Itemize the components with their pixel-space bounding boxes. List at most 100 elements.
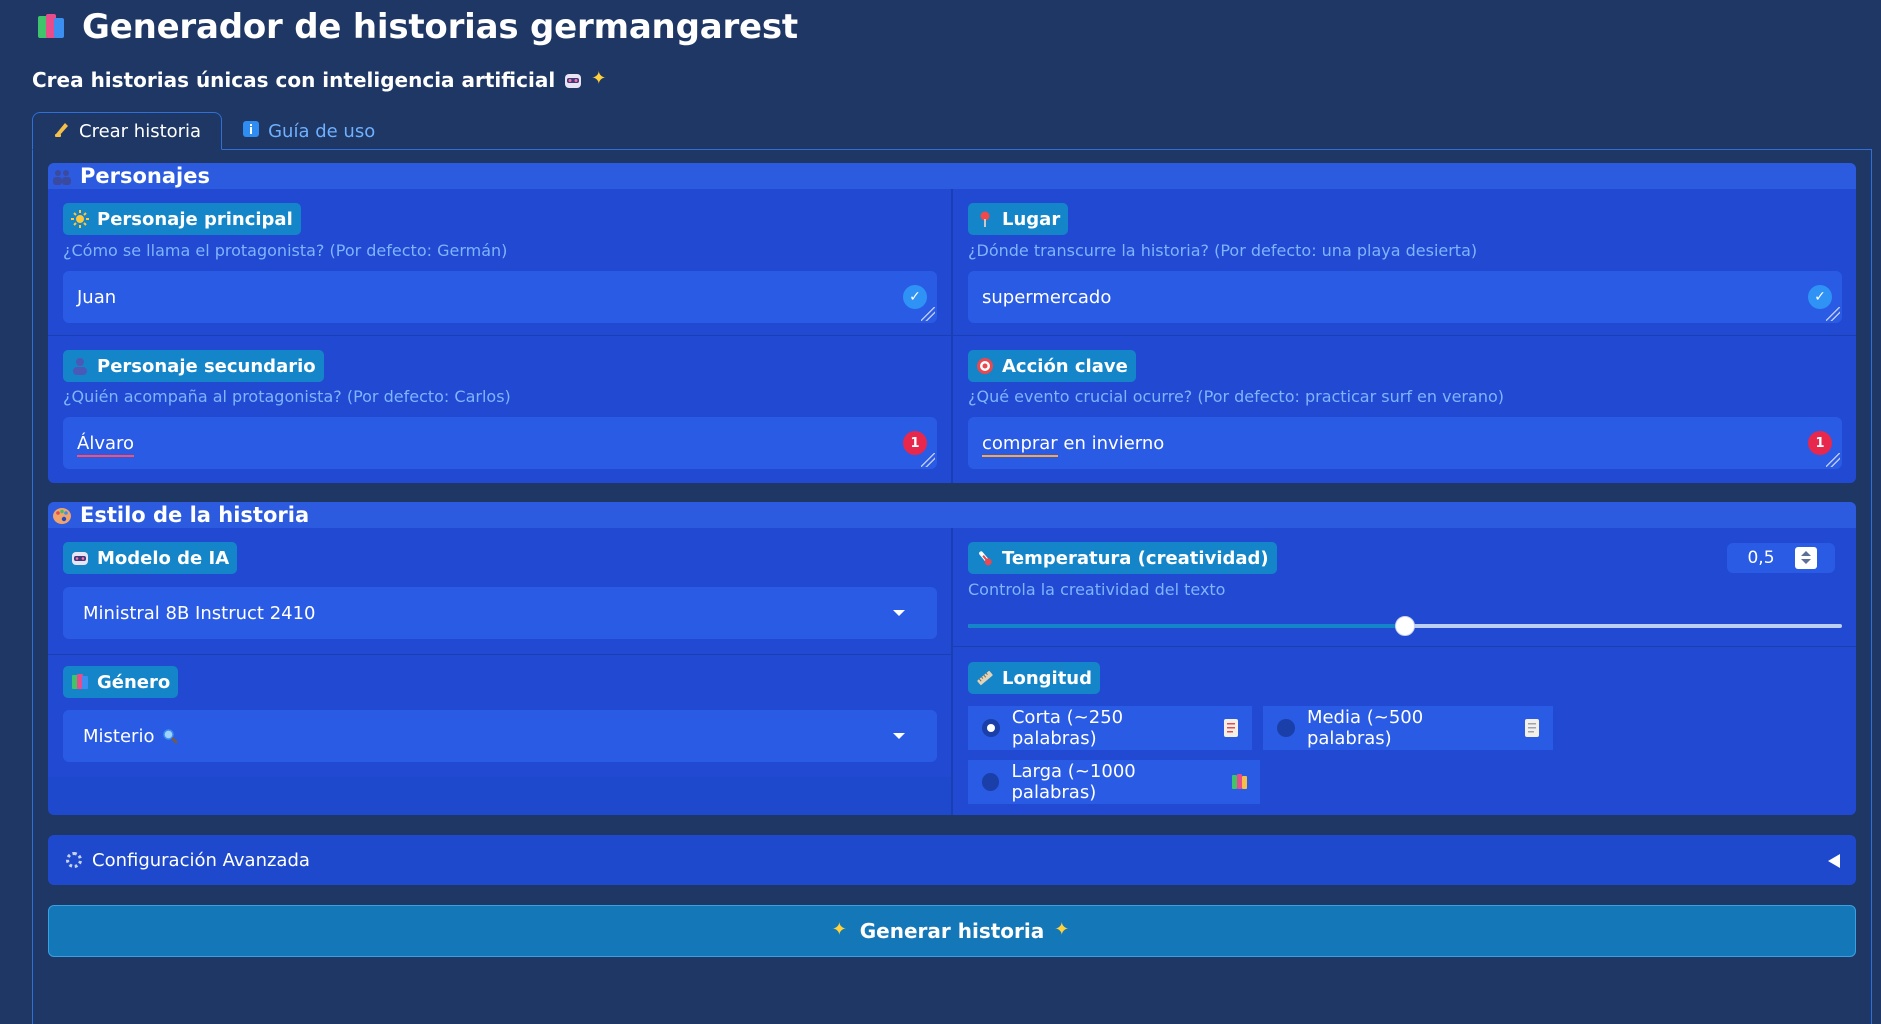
hint-personaje-secundario: ¿Quién acompaña al protagonista? (Por de… — [63, 387, 511, 406]
advanced-config-accordion[interactable]: Configuración Avanzada — [48, 835, 1856, 885]
label-accion-clave: Acción clave — [968, 350, 1136, 382]
page-subtitle: Crea historias únicas con inteligencia a… — [32, 64, 609, 96]
personaje-secundario-input[interactable]: Álvaro 1 — [63, 417, 937, 469]
tab-guia-de-uso[interactable]: Guía de uso — [222, 112, 395, 150]
label-personaje-principal: Personaje principal — [63, 203, 301, 235]
accion-clave-input[interactable]: comprar en invierno 1 — [968, 417, 1842, 469]
divider — [951, 189, 953, 483]
writing-hand-icon — [53, 120, 71, 143]
sparkles-icon — [1054, 919, 1072, 940]
lugar-input[interactable]: supermercado ✓ — [968, 271, 1842, 323]
check-icon: ✓ — [1808, 285, 1832, 309]
personajes-section: Personajes Personaje principal ¿Cómo se … — [48, 163, 1856, 483]
sparkles-icon — [591, 68, 609, 89]
radio-label: Media (~500 palabras) — [1306, 707, 1424, 749]
chip-label: Longitud — [1002, 667, 1093, 689]
robot-icon — [563, 70, 583, 90]
radio-media[interactable]: Media (~500 palabras) — [1263, 706, 1553, 750]
hint-lugar: ¿Dónde transcurre la historia? (Por defe… — [968, 241, 1478, 260]
target-icon — [976, 357, 994, 375]
thermometer-icon — [976, 549, 994, 567]
tab-label: Guía de uso — [268, 120, 376, 142]
input-value: supermercado — [982, 286, 1112, 308]
divider — [48, 335, 1856, 336]
personaje-principal-input[interactable]: Juan ✓ — [63, 271, 937, 323]
chip-label: Personaje principal — [97, 208, 293, 230]
hint-temperatura: Controla la creatividad del texto — [968, 580, 1226, 599]
dropdown-value: Ministral 8B Instruct 2410 — [83, 602, 316, 624]
tab-crear-historia[interactable]: Crear historia — [32, 112, 223, 150]
radio-larga[interactable]: Larga (~1000 palabras) — [968, 760, 1260, 804]
chevron-down-icon — [893, 610, 905, 616]
page-header: Generador de historias germangarest — [36, 2, 798, 52]
ruler-icon — [976, 669, 994, 687]
app-root: Generador de historias germangarest Crea… — [0, 0, 1881, 1024]
label-lugar: Lugar — [968, 203, 1069, 235]
slider-thumb[interactable] — [1395, 616, 1415, 636]
sparkles-icon — [832, 919, 850, 940]
chip-label: Temperatura (creatividad) — [1002, 547, 1269, 569]
resize-handle[interactable] — [921, 453, 935, 467]
tab-label: Crear historia — [79, 120, 202, 142]
temperatura-number-input[interactable]: 0,5 — [1727, 543, 1835, 573]
section-title: Estilo de la historia — [80, 503, 310, 527]
label-personaje-secundario: Personaje secundario — [63, 350, 324, 382]
radio-unchecked-icon — [1277, 719, 1295, 737]
palette-icon — [52, 506, 72, 524]
estilo-section: Estilo de la historia Modelo de IA Minis… — [48, 502, 1856, 815]
magnifier-icon — [162, 728, 179, 744]
section-title: Personajes — [80, 164, 210, 188]
divider — [951, 528, 953, 815]
document-icon — [1224, 719, 1238, 737]
person-icon — [71, 357, 89, 375]
input-value-rest: en invierno — [1057, 432, 1165, 454]
label-temperatura: Temperatura (creatividad) — [968, 542, 1277, 574]
divider — [953, 646, 1856, 647]
subtitle-text: Crea historias únicas con inteligencia a… — [32, 68, 556, 92]
sun-icon — [71, 210, 89, 228]
generate-story-button[interactable]: Generar historia — [48, 905, 1856, 957]
chip-label: Modelo de IA — [97, 547, 230, 569]
hint-accion-clave: ¿Qué evento crucial ocurre? (Por defecto… — [968, 387, 1504, 406]
radio-label: Larga (~1000 palabras) — [1011, 761, 1136, 803]
document-icon — [1525, 719, 1539, 737]
books-icon — [1232, 773, 1247, 791]
hint-personaje-principal: ¿Cómo se llama el protagonista? (Por def… — [63, 241, 508, 260]
radio-unchecked-icon — [982, 773, 1000, 791]
divider — [48, 654, 951, 655]
tab-bar: Crear historia Guía de uso — [32, 112, 395, 150]
page-title: Generador de historias germangarest — [82, 7, 798, 47]
error-count-badge[interactable]: 1 — [903, 431, 927, 455]
genero-dropdown[interactable]: Misterio — [63, 710, 937, 762]
radio-corta[interactable]: Corta (~250 palabras) — [968, 706, 1252, 750]
chip-label: Personaje secundario — [97, 355, 316, 377]
collapse-arrow-icon — [1828, 854, 1840, 868]
label-modelo-ia: Modelo de IA — [63, 542, 238, 574]
label-longitud: Longitud — [968, 662, 1101, 694]
modelo-ia-dropdown[interactable]: Ministral 8B Instruct 2410 — [63, 587, 937, 639]
input-value-word: comprar — [982, 432, 1058, 457]
slider-fill — [968, 624, 1405, 628]
radio-label: Corta (~250 palabras) — [1011, 707, 1124, 749]
input-value: Álvaro — [77, 432, 135, 457]
stepper-arrows-icon[interactable] — [1795, 547, 1817, 569]
error-count-badge[interactable]: 1 — [1808, 431, 1832, 455]
temperatura-slider[interactable] — [968, 616, 1842, 636]
gear-icon — [66, 852, 82, 868]
input-value: Juan — [77, 286, 117, 308]
people-icon — [52, 167, 72, 185]
chip-label: Género — [97, 671, 171, 693]
robot-icon — [71, 549, 89, 567]
books-icon — [71, 673, 89, 691]
dropdown-value: Misterio — [83, 725, 155, 747]
number-value: 0,5 — [1747, 548, 1775, 568]
label-genero: Género — [63, 666, 179, 698]
resize-handle[interactable] — [1826, 307, 1840, 321]
resize-handle[interactable] — [921, 307, 935, 321]
pin-icon — [976, 210, 994, 228]
chip-label: Lugar — [1002, 208, 1061, 230]
section-header: Estilo de la historia — [48, 502, 1856, 528]
resize-handle[interactable] — [1826, 453, 1840, 467]
chevron-down-icon — [893, 733, 905, 739]
accordion-label: Configuración Avanzada — [92, 849, 310, 871]
